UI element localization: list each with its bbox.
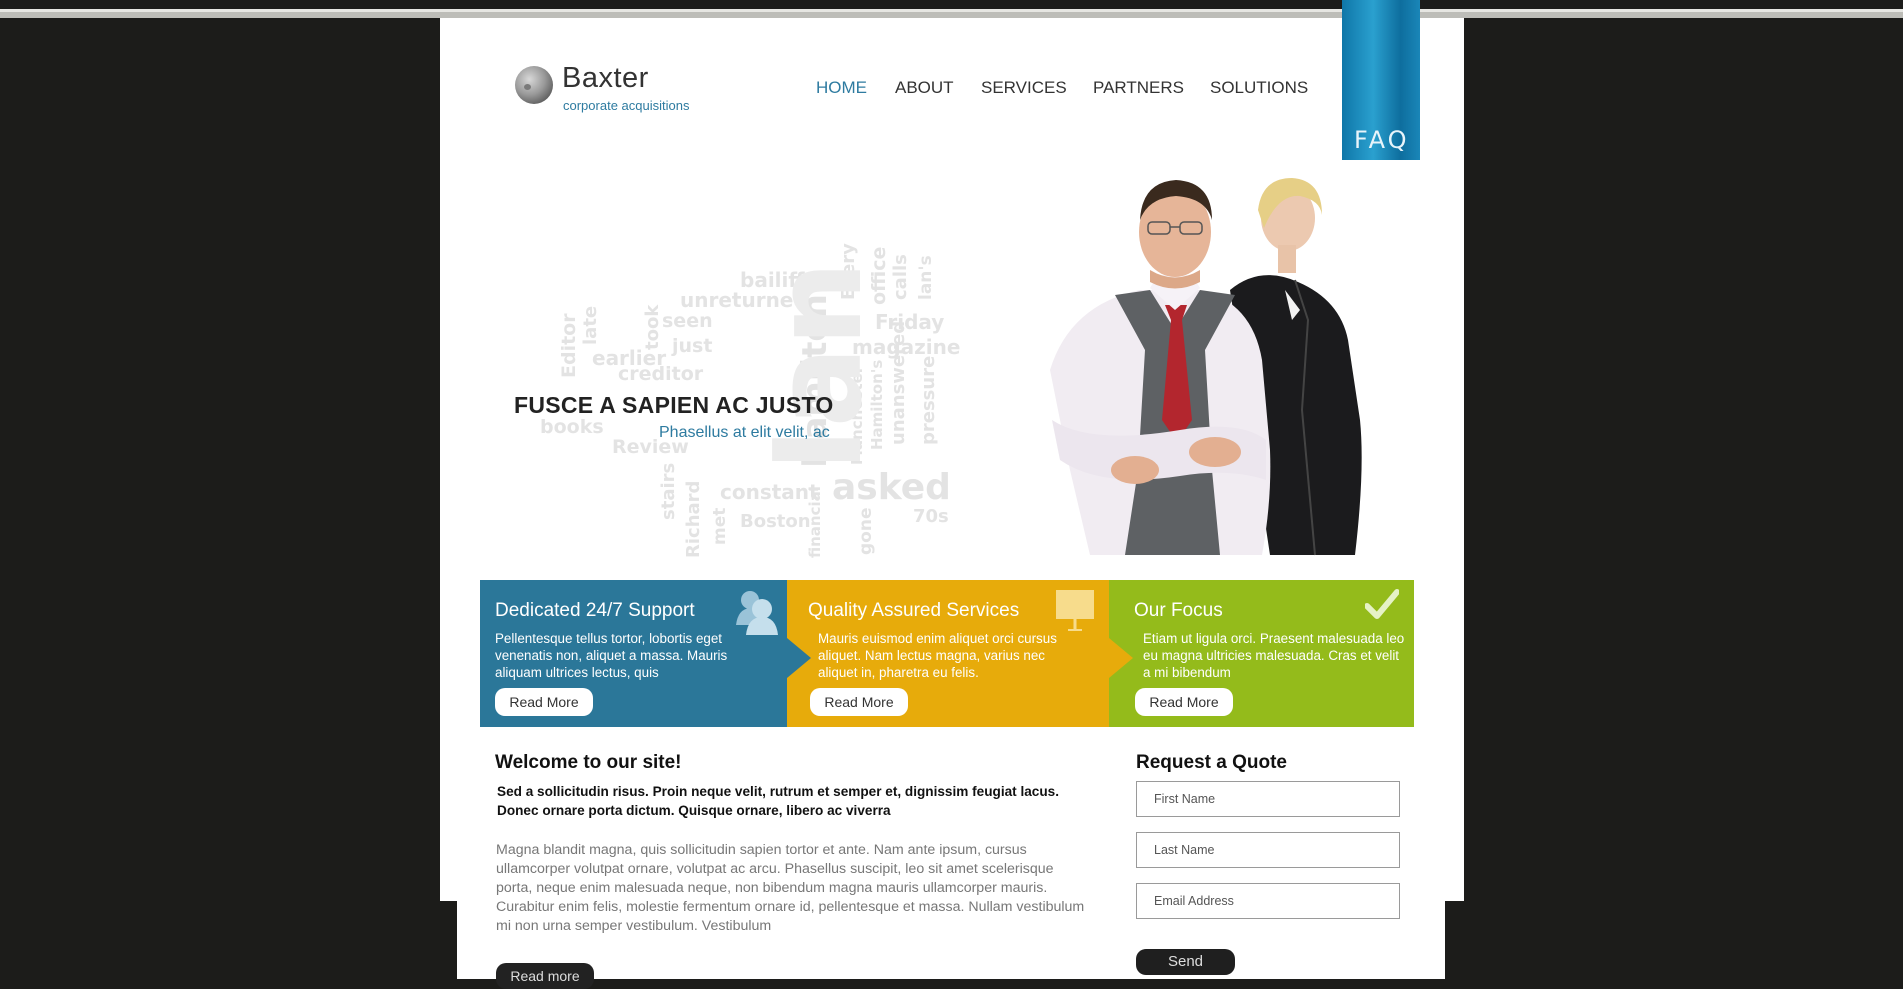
nav-solutions[interactable]: SOLUTIONS — [1210, 78, 1308, 98]
welcome-title: Welcome to our site! — [495, 752, 682, 773]
word-cloud-word: took — [642, 304, 663, 350]
word-cloud-word: unanswered — [888, 320, 909, 445]
send-button[interactable]: Send — [1136, 949, 1235, 975]
feature-text: Etiam ut ligula orci. Praesent malesuada… — [1143, 631, 1405, 680]
first-name-input[interactable] — [1136, 781, 1400, 817]
word-cloud-word: Editor — [558, 313, 580, 378]
feature-text: Mauris euismod enim aliquet orci cursus … — [818, 631, 1057, 680]
read-more-button[interactable]: Read more — [496, 963, 594, 989]
nav-home[interactable]: HOME — [816, 78, 867, 98]
welcome-body: Magna blandit magna, quis sollicitudin s… — [496, 842, 1085, 934]
presentation-board-icon — [1056, 590, 1094, 631]
nav-about[interactable]: ABOUT — [895, 78, 954, 98]
nav-partners[interactable]: PARTNERS — [1093, 78, 1184, 98]
feature-title: Our Focus — [1134, 600, 1223, 621]
users-icon — [736, 591, 778, 635]
faq-tab[interactable]: FAQ — [1342, 0, 1420, 160]
feature-quality: Quality Assured Services Mauris euismod … — [787, 580, 1109, 727]
word-cloud-word: financial — [806, 486, 824, 558]
faq-label: FAQ — [1354, 126, 1410, 154]
read-more-button[interactable]: Read More — [495, 688, 593, 716]
word-cloud-word: Richard — [683, 480, 704, 558]
word-cloud-word: books — [540, 416, 604, 438]
nav-services[interactable]: SERVICES — [981, 78, 1067, 98]
hero-title: FUSCE A SAPIEN AC JUSTO — [514, 392, 834, 418]
word-cloud-word: lan's — [916, 255, 936, 300]
business-people-photo — [1050, 178, 1362, 556]
email-input[interactable] — [1136, 883, 1400, 919]
word-cloud-word: Boston — [740, 511, 811, 532]
read-more-button[interactable]: Read More — [810, 688, 908, 716]
read-more-button[interactable]: Read More — [1135, 688, 1233, 716]
brand-tagline: corporate acquisitions — [563, 98, 690, 113]
feature-focus: Our Focus Etiam ut ligula orci. Praesent… — [1109, 580, 1414, 727]
word-cloud-word: just — [672, 335, 713, 357]
feature-text: Pellentesque tellus tortor, lobortis ege… — [495, 631, 728, 680]
word-cloud-word: gone — [856, 507, 876, 555]
word-cloud-word: late — [580, 305, 601, 345]
checkmark-icon — [1365, 589, 1399, 619]
hero-subtitle: Phasellus at elit velit, ac — [659, 424, 830, 441]
feature-title: Dedicated 24/7 Support — [495, 600, 695, 621]
arrow-divider — [787, 638, 811, 678]
word-cloud-word: creditor — [618, 363, 704, 385]
word-cloud-word: stairs — [658, 462, 679, 520]
welcome-lead: Sed a sollicitudin risus. Proin neque ve… — [497, 784, 1060, 818]
arrow-divider — [1109, 638, 1133, 678]
word-cloud-word: constant — [720, 480, 819, 504]
moon-logo-icon — [515, 66, 553, 104]
brand-name: Baxter — [562, 62, 649, 94]
quote-title: Request a Quote — [1136, 752, 1287, 773]
feature-title: Quality Assured Services — [808, 600, 1020, 621]
word-cloud-word: calls — [890, 254, 911, 300]
word-cloud-word: asked — [832, 467, 951, 508]
word-cloud-word: pressure — [918, 355, 939, 445]
last-name-input[interactable] — [1136, 832, 1400, 868]
word-cloud-word: met — [710, 507, 730, 545]
feature-support: Dedicated 24/7 Support Pellentesque tell… — [480, 580, 787, 727]
word-cloud-word: seen — [662, 310, 713, 332]
top-bar — [0, 0, 1903, 18]
word-cloud-word: 70s — [913, 506, 949, 527]
